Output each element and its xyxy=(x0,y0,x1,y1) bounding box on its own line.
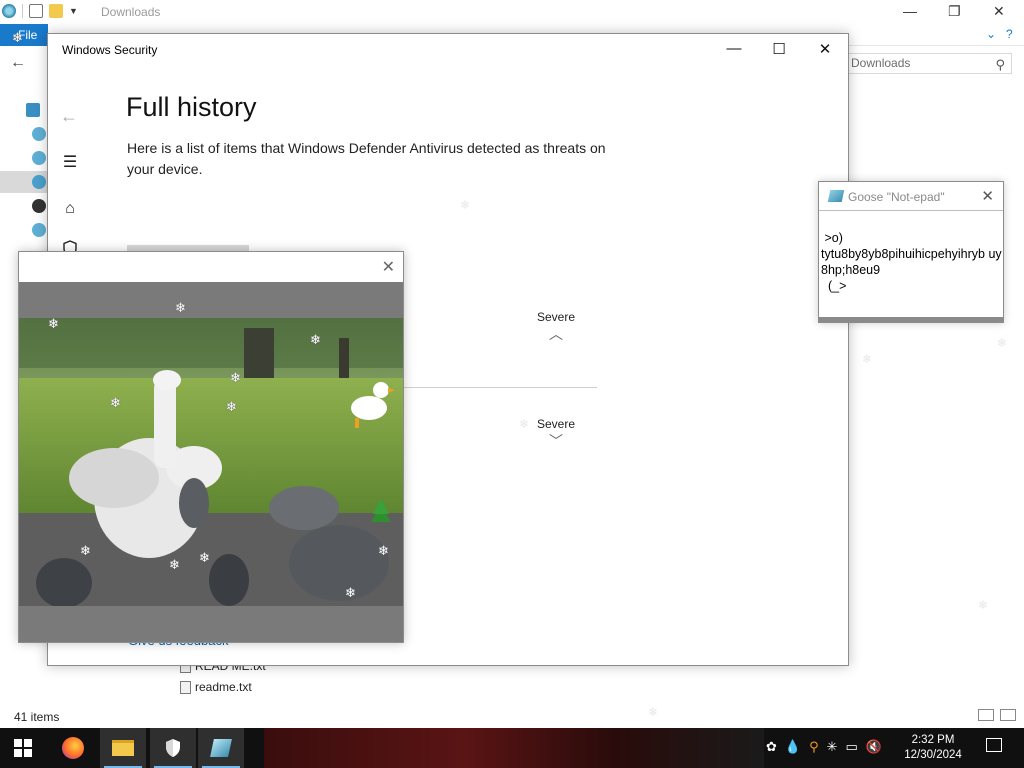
taskbar-file-explorer[interactable] xyxy=(100,728,146,768)
droplet-icon[interactable]: 💧 xyxy=(785,739,801,755)
clock-date: 12/30/2024 xyxy=(904,749,962,761)
threat-item-2[interactable]: Severe ﹀ xyxy=(526,417,586,448)
notification-center-icon[interactable] xyxy=(986,738,1002,752)
taskbar-firefox[interactable] xyxy=(50,728,96,768)
desktop-wallpaper xyxy=(264,728,764,768)
windows-security-icon xyxy=(166,739,180,757)
start-icon xyxy=(14,739,32,757)
severity-label: Severe xyxy=(536,310,576,324)
explorer-title: Downloads xyxy=(101,5,161,19)
search-icon: ⚲ xyxy=(995,57,1005,72)
tree-node-icon[interactable] xyxy=(26,103,40,117)
threat-item-1[interactable]: Severe ︿ xyxy=(526,310,586,341)
network-icon[interactable]: ▭ xyxy=(846,739,858,755)
snowflake-icon: ❄ xyxy=(519,417,530,431)
tree-node-icon[interactable] xyxy=(32,175,46,189)
snowflake-icon: ❄ xyxy=(12,30,23,45)
snowflake-icon: ❄ xyxy=(345,585,356,600)
search-placeholder: h Downloads xyxy=(841,56,911,70)
snowflake-icon: ❄ xyxy=(48,316,59,331)
search-tray-icon[interactable]: ⚲ xyxy=(809,739,819,755)
volume-muted-icon[interactable]: 🔇 xyxy=(866,739,882,755)
security-close-button[interactable]: ✕ xyxy=(815,40,835,58)
taskbar-notepad[interactable] xyxy=(198,728,244,768)
list-item[interactable]: readme.txt xyxy=(180,680,252,694)
taskbar: ✿ 💧 ⚲ ✳ ▭ 🔇 2:32 PM 12/30/2024 xyxy=(0,728,1024,768)
page-title: Full history xyxy=(126,92,257,122)
chevron-up-icon[interactable]: ︿ xyxy=(526,327,586,341)
system-tray: ✿ 💧 ⚲ ✳ ▭ 🔇 xyxy=(766,739,882,755)
back-arrow-icon[interactable]: ← xyxy=(60,106,78,127)
security-maximize-button[interactable]: ☐ xyxy=(769,40,789,58)
goose-tray-icon[interactable]: ✿ xyxy=(766,739,777,755)
dropdown-icon[interactable]: ▼ xyxy=(69,6,78,16)
notepad-scrollbar[interactable] xyxy=(819,317,1003,322)
snowflake-icon: ❄ xyxy=(175,300,186,315)
notepad-icon xyxy=(827,190,845,202)
chevron-down-icon[interactable]: ﹀ xyxy=(526,434,586,448)
tree-node-icon[interactable] xyxy=(32,199,46,213)
snowflake-icon: ❄ xyxy=(169,557,180,572)
goose-photo xyxy=(19,318,403,606)
clock-time: 2:32 PM xyxy=(911,734,955,746)
tree-node-icon[interactable] xyxy=(32,223,46,237)
notepad-icon xyxy=(210,739,232,757)
tree-node-icon[interactable] xyxy=(32,127,46,141)
view-toggle xyxy=(978,709,1016,721)
snowflake-icon: ❄ xyxy=(199,550,210,565)
firefox-icon xyxy=(62,737,84,759)
explorer-close-button[interactable]: ✕ xyxy=(993,3,1005,20)
details-view-icon[interactable] xyxy=(978,709,994,721)
security-minimize-button[interactable]: — xyxy=(724,40,744,57)
notepad-text[interactable]: >o) tytu8by8yb8pihuihicpehyihryb uy8hp;h… xyxy=(821,230,1003,294)
hamburger-menu-icon[interactable]: ☰ xyxy=(60,152,80,172)
snowflake-icon: ❄ xyxy=(230,370,241,385)
snowflake-icon: ❄ xyxy=(226,399,237,414)
notepad-title: Goose "Not-epad" xyxy=(848,190,945,204)
navigation-pane xyxy=(0,95,48,265)
start-button[interactable] xyxy=(0,728,46,768)
explorer-minimize-button[interactable]: — xyxy=(903,3,917,19)
clock[interactable]: 2:32 PM 12/30/2024 xyxy=(898,733,968,763)
divider xyxy=(403,387,597,388)
ribbon-expand-icon[interactable]: ⌄ xyxy=(986,27,996,41)
large-icons-view-icon[interactable] xyxy=(1000,709,1016,721)
image-close-button[interactable]: ✕ xyxy=(382,257,395,277)
snowflake-icon: ❄ xyxy=(80,543,91,558)
snowflake-icon: ❄ xyxy=(310,332,321,347)
item-count: 41 items xyxy=(14,710,60,724)
text-file-icon xyxy=(180,680,191,694)
checkbox-icon[interactable] xyxy=(29,4,43,18)
severity-label: Severe xyxy=(536,417,576,431)
security-window-title: Windows Security xyxy=(62,43,158,57)
snowflake-icon: ❄ xyxy=(862,352,873,366)
brightness-icon[interactable]: ✳ xyxy=(827,739,838,755)
file-explorer-icon xyxy=(112,740,134,756)
snowflake-icon: ❄ xyxy=(110,395,121,410)
snowflake-icon: ❄ xyxy=(460,198,471,212)
quick-access-toolbar: ▼ Downloads — ❐ ✕ xyxy=(0,0,1024,24)
search-input[interactable]: h Downloads ⚲ xyxy=(836,53,1012,74)
snowflake-icon: ❄ xyxy=(997,336,1008,350)
explorer-back-icon[interactable]: ← xyxy=(10,54,26,72)
tree-node-icon[interactable] xyxy=(32,151,46,165)
snowflake-icon: ❄ xyxy=(378,543,389,558)
file-name: readme.txt xyxy=(195,680,252,694)
security-titlebar[interactable]: Windows Security — ☐ ✕ xyxy=(48,34,848,66)
snowflake-icon: ❄ xyxy=(648,705,659,719)
notepad-close-button[interactable]: ✕ xyxy=(981,187,994,205)
notepad-titlebar[interactable]: Goose "Not-epad" ✕ xyxy=(819,182,1003,211)
page-description: Here is a list of items that Windows Def… xyxy=(127,140,606,177)
snowflake-icon: ❄ xyxy=(978,598,989,612)
folder-icon[interactable] xyxy=(49,4,63,18)
home-icon[interactable]: ⌂ xyxy=(60,200,80,218)
taskbar-windows-security[interactable] xyxy=(150,728,196,768)
goose-notepad-window: Goose "Not-epad" ✕ >o) tytu8by8yb8pihuih… xyxy=(818,181,1004,323)
window-restore-icon[interactable] xyxy=(2,4,16,18)
help-icon[interactable]: ? xyxy=(1006,27,1013,41)
explorer-maximize-button[interactable]: ❐ xyxy=(948,3,961,20)
file-tab[interactable]: File xyxy=(0,24,48,46)
